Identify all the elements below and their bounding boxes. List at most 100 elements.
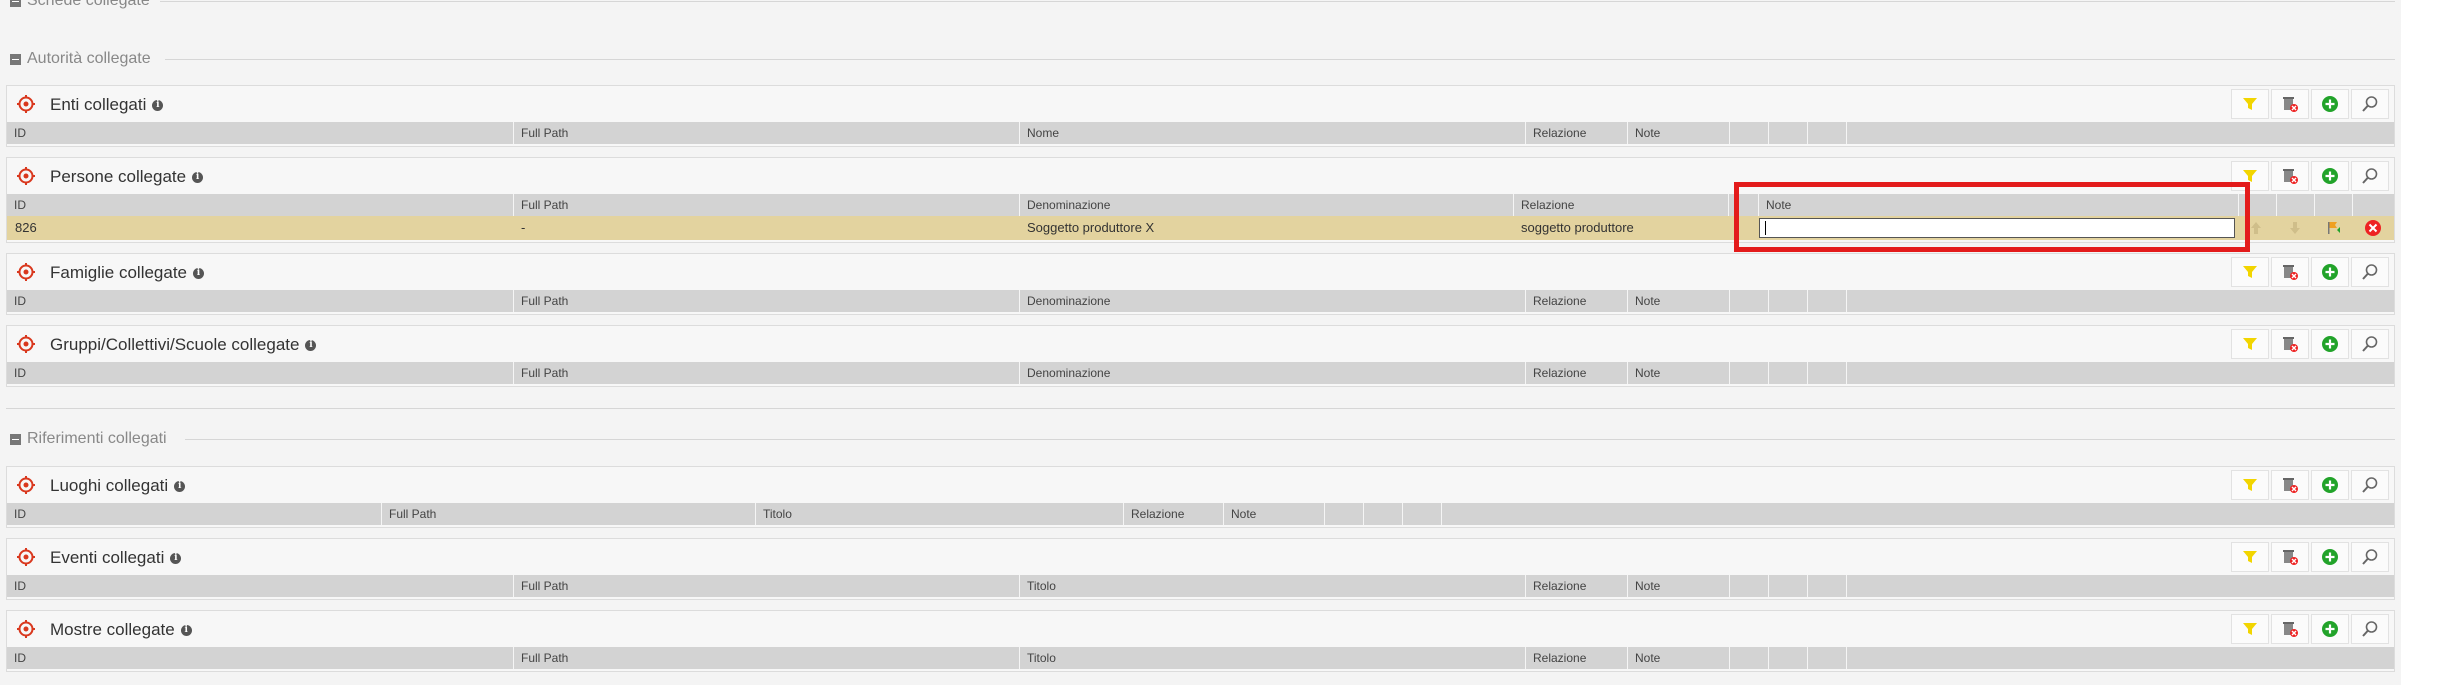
panel-actions [2229, 542, 2389, 572]
search-button[interactable] [2351, 329, 2389, 359]
column-header-nome[interactable]: Nome [1019, 122, 1525, 144]
column-header-full-path[interactable]: Full Path [513, 647, 1019, 669]
move-down-button[interactable] [2284, 218, 2306, 238]
column-header-full-path[interactable]: Full Path [513, 122, 1019, 144]
filter-button[interactable] [2231, 329, 2269, 359]
flag-button[interactable] [2323, 218, 2345, 238]
filter-button[interactable] [2231, 257, 2269, 287]
column-header-relazione[interactable]: Relazione [1525, 122, 1627, 144]
column-header-full-path[interactable]: Full Path [513, 194, 1019, 216]
search-button[interactable] [2351, 470, 2389, 500]
column-header-id[interactable]: ID [7, 122, 513, 144]
info-icon[interactable]: i [193, 267, 205, 279]
add-icon [2322, 264, 2338, 280]
column-header-relazione[interactable]: Relazione [1525, 647, 1627, 669]
collapse-toggle-icon[interactable] [10, 0, 21, 7]
column-header-id[interactable]: ID [7, 362, 513, 384]
delete-all-button[interactable] [2271, 89, 2309, 119]
delete-all-button[interactable] [2271, 470, 2309, 500]
column-header-relazione[interactable]: Relazione [1525, 575, 1627, 597]
column-header-id[interactable]: ID [7, 503, 381, 525]
filter-button[interactable] [2231, 542, 2269, 572]
column-header-action [1729, 362, 1768, 384]
column-header-titolo[interactable]: Titolo [1019, 647, 1525, 669]
panel-title: Gruppi/Collettivi/Scuole collegate i [50, 335, 317, 355]
section-legend-schede[interactable]: Schede collegate [10, 0, 150, 11]
add-button[interactable] [2311, 470, 2349, 500]
column-header-id[interactable]: ID [7, 647, 513, 669]
collapse-toggle-icon[interactable] [10, 53, 21, 65]
add-button[interactable] [2311, 542, 2349, 572]
target-icon[interactable] [17, 95, 35, 113]
column-header-action [1729, 575, 1768, 597]
column-header-note[interactable]: Note [1627, 575, 1729, 597]
info-icon[interactable]: i [180, 624, 192, 636]
target-icon[interactable] [17, 335, 35, 353]
search-button[interactable] [2351, 257, 2389, 287]
section-legend-riferimenti[interactable]: Riferimenti collegati [10, 429, 167, 449]
column-header-denominazione[interactable]: Denominazione [1019, 362, 1525, 384]
info-icon[interactable]: i [152, 99, 164, 111]
grid-header: ID Full Path Titolo Relazione Note [7, 575, 2394, 597]
column-header-relazione[interactable]: Relazione [1513, 194, 1728, 216]
target-icon[interactable] [17, 548, 35, 566]
target-icon[interactable] [17, 620, 35, 638]
column-header-action [1807, 647, 1846, 669]
search-button[interactable] [2351, 161, 2389, 191]
column-header-note[interactable]: Note [1627, 647, 1729, 669]
info-icon[interactable]: i [192, 171, 204, 183]
column-header-denominazione[interactable]: Denominazione [1019, 290, 1525, 312]
delete-all-button[interactable] [2271, 257, 2309, 287]
column-header-relazione[interactable]: Relazione [1525, 290, 1627, 312]
filter-button[interactable] [2231, 470, 2269, 500]
search-button[interactable] [2351, 614, 2389, 644]
delete-all-button[interactable] [2271, 161, 2309, 191]
trash-delete-icon [2283, 478, 2298, 493]
delete-all-button[interactable] [2271, 542, 2309, 572]
column-header-full-path[interactable]: Full Path [381, 503, 755, 525]
column-header-titolo[interactable]: Titolo [1019, 575, 1525, 597]
page-scroll-area[interactable] [2401, 0, 2449, 685]
filter-button[interactable] [2231, 614, 2269, 644]
panel-title-text: Persone collegate [50, 167, 187, 186]
grid-header: ID Full Path Titolo Relazione Note [7, 647, 2394, 669]
column-header-denominazione[interactable]: Denominazione [1019, 194, 1513, 216]
collapse-toggle-icon[interactable] [10, 433, 21, 445]
target-icon[interactable] [17, 167, 35, 185]
search-button[interactable] [2351, 542, 2389, 572]
column-header-action [2276, 194, 2314, 216]
search-button[interactable] [2351, 89, 2389, 119]
add-button[interactable] [2311, 329, 2349, 359]
arrow-up-icon [2251, 222, 2261, 234]
delete-all-button[interactable] [2271, 329, 2309, 359]
info-icon[interactable]: i [174, 480, 186, 492]
filter-button[interactable] [2231, 89, 2269, 119]
column-header-full-path[interactable]: Full Path [513, 575, 1019, 597]
add-icon [2322, 96, 2338, 112]
add-button[interactable] [2311, 89, 2349, 119]
column-header-note[interactable]: Note [1627, 122, 1729, 144]
column-header-id[interactable]: ID [7, 290, 513, 312]
column-header-titolo[interactable]: Titolo [755, 503, 1123, 525]
column-header-relazione[interactable]: Relazione [1123, 503, 1223, 525]
column-header-full-path[interactable]: Full Path [513, 290, 1019, 312]
remove-row-button[interactable] [2362, 218, 2384, 238]
column-header-note[interactable]: Note [1223, 503, 1324, 525]
panel-actions [2229, 161, 2389, 191]
delete-all-button[interactable] [2271, 614, 2309, 644]
column-header-note[interactable]: Note [1627, 290, 1729, 312]
add-button[interactable] [2311, 614, 2349, 644]
column-header-id[interactable]: ID [7, 575, 513, 597]
section-legend-autorita[interactable]: Autorità collegate [10, 49, 151, 69]
info-icon[interactable]: i [305, 339, 317, 351]
target-icon[interactable] [17, 476, 35, 494]
target-icon[interactable] [17, 263, 35, 281]
grid-header: ID Full Path Nome Relazione Note [7, 122, 2394, 144]
add-button[interactable] [2311, 161, 2349, 191]
column-header-relazione[interactable]: Relazione [1525, 362, 1627, 384]
add-button[interactable] [2311, 257, 2349, 287]
column-header-note[interactable]: Note [1627, 362, 1729, 384]
column-header-full-path[interactable]: Full Path [513, 362, 1019, 384]
column-header-id[interactable]: ID [7, 194, 513, 216]
info-icon[interactable]: i [170, 552, 182, 564]
